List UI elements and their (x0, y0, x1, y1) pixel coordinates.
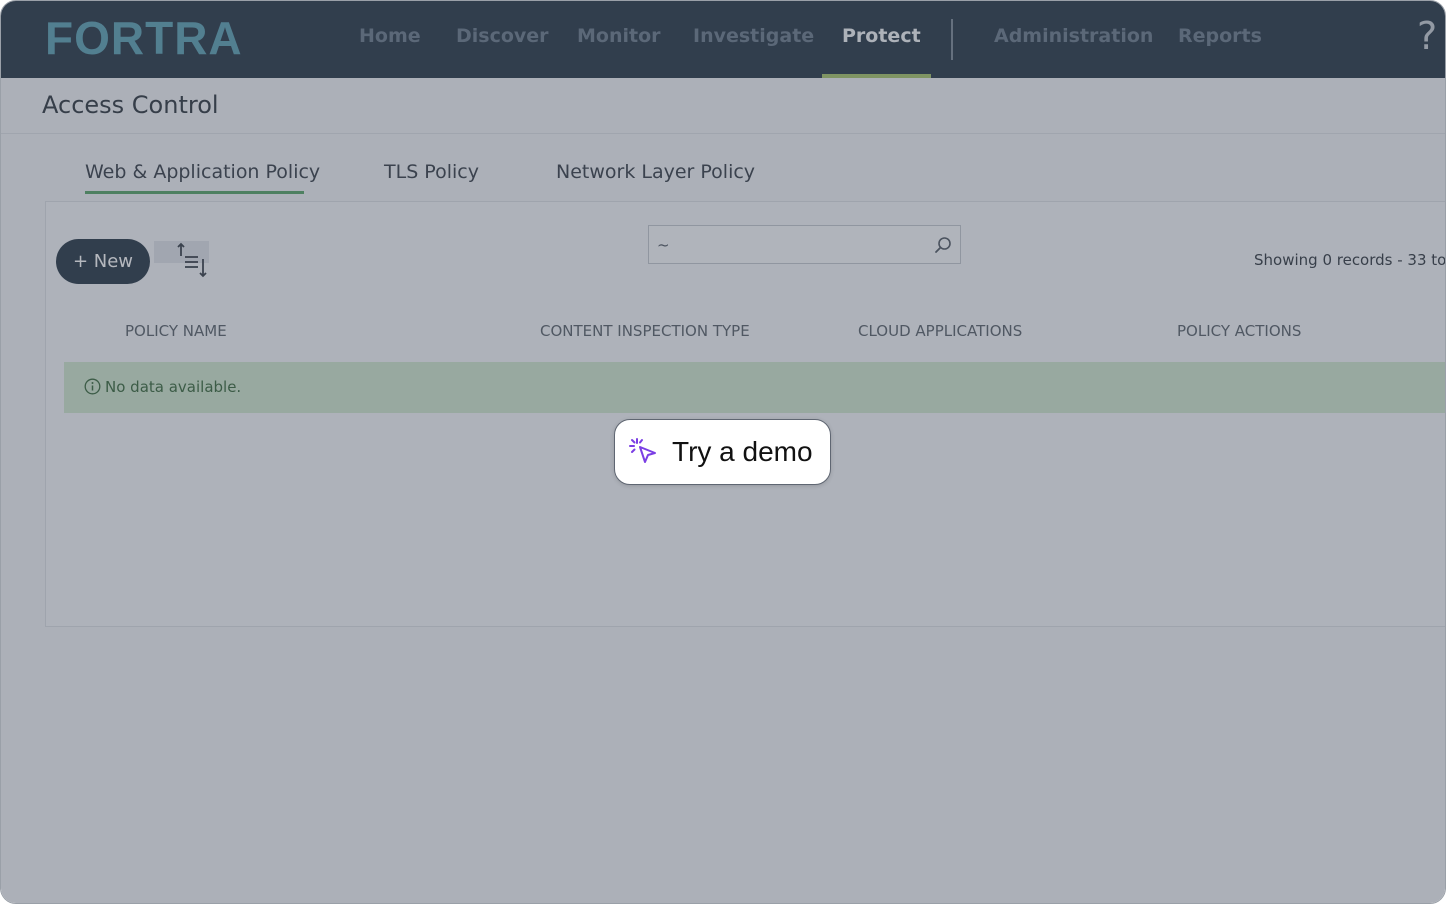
column-header-policy-actions[interactable]: POLICY ACTIONS (1177, 322, 1301, 340)
nav-administration[interactable]: Administration (994, 25, 1153, 47)
try-demo-button[interactable]: Try a demo (614, 419, 831, 485)
records-count: Showing 0 records - 33 to (1254, 251, 1446, 269)
logo-text: FORTRA (45, 14, 243, 62)
top-navigation: FORTRA Home Discover Monitor Investigate… (1, 1, 1445, 78)
search-input[interactable] (657, 230, 927, 260)
tab-network-layer-policy[interactable]: Network Layer Policy (556, 161, 755, 183)
tab-active-indicator (85, 191, 304, 194)
nav-protect[interactable]: Protect (842, 25, 921, 47)
nav-reports[interactable]: Reports (1178, 25, 1262, 47)
search-box (648, 225, 961, 264)
new-policy-button[interactable]: + New (56, 239, 150, 284)
empty-state-message: No data available. (105, 378, 242, 396)
sort-order-icon[interactable] (154, 241, 209, 281)
try-demo-label: Try a demo (672, 436, 813, 467)
policy-panel (45, 201, 1445, 627)
app-window: FORTRA Home Discover Monitor Investigate… (0, 0, 1446, 904)
nav-divider (951, 19, 953, 60)
nav-discover[interactable]: Discover (456, 25, 549, 47)
empty-state-row (64, 362, 1445, 413)
nav-monitor[interactable]: Monitor (577, 25, 661, 47)
search-icon[interactable] (933, 235, 953, 255)
nav-home[interactable]: Home (359, 25, 421, 47)
page-title: Access Control (42, 91, 219, 119)
column-header-cloud-applications[interactable]: CLOUD APPLICATIONS (858, 322, 1022, 340)
column-header-content-inspection-type[interactable]: CONTENT INSPECTION TYPE (540, 322, 750, 340)
info-icon (84, 378, 101, 395)
main-content: Access Control Web & Application Policy … (1, 78, 1445, 903)
sparkle-cursor-icon (629, 438, 656, 463)
page-header: Access Control (1, 78, 1445, 134)
help-icon[interactable]: ? (1417, 17, 1437, 55)
tab-tls-policy[interactable]: TLS Policy (384, 161, 479, 183)
nav-investigate[interactable]: Investigate (693, 25, 814, 47)
column-header-policy-name[interactable]: POLICY NAME (125, 322, 227, 340)
tab-web-application-policy[interactable]: Web & Application Policy (85, 161, 320, 183)
fortra-logo[interactable]: FORTRA (45, 14, 285, 62)
